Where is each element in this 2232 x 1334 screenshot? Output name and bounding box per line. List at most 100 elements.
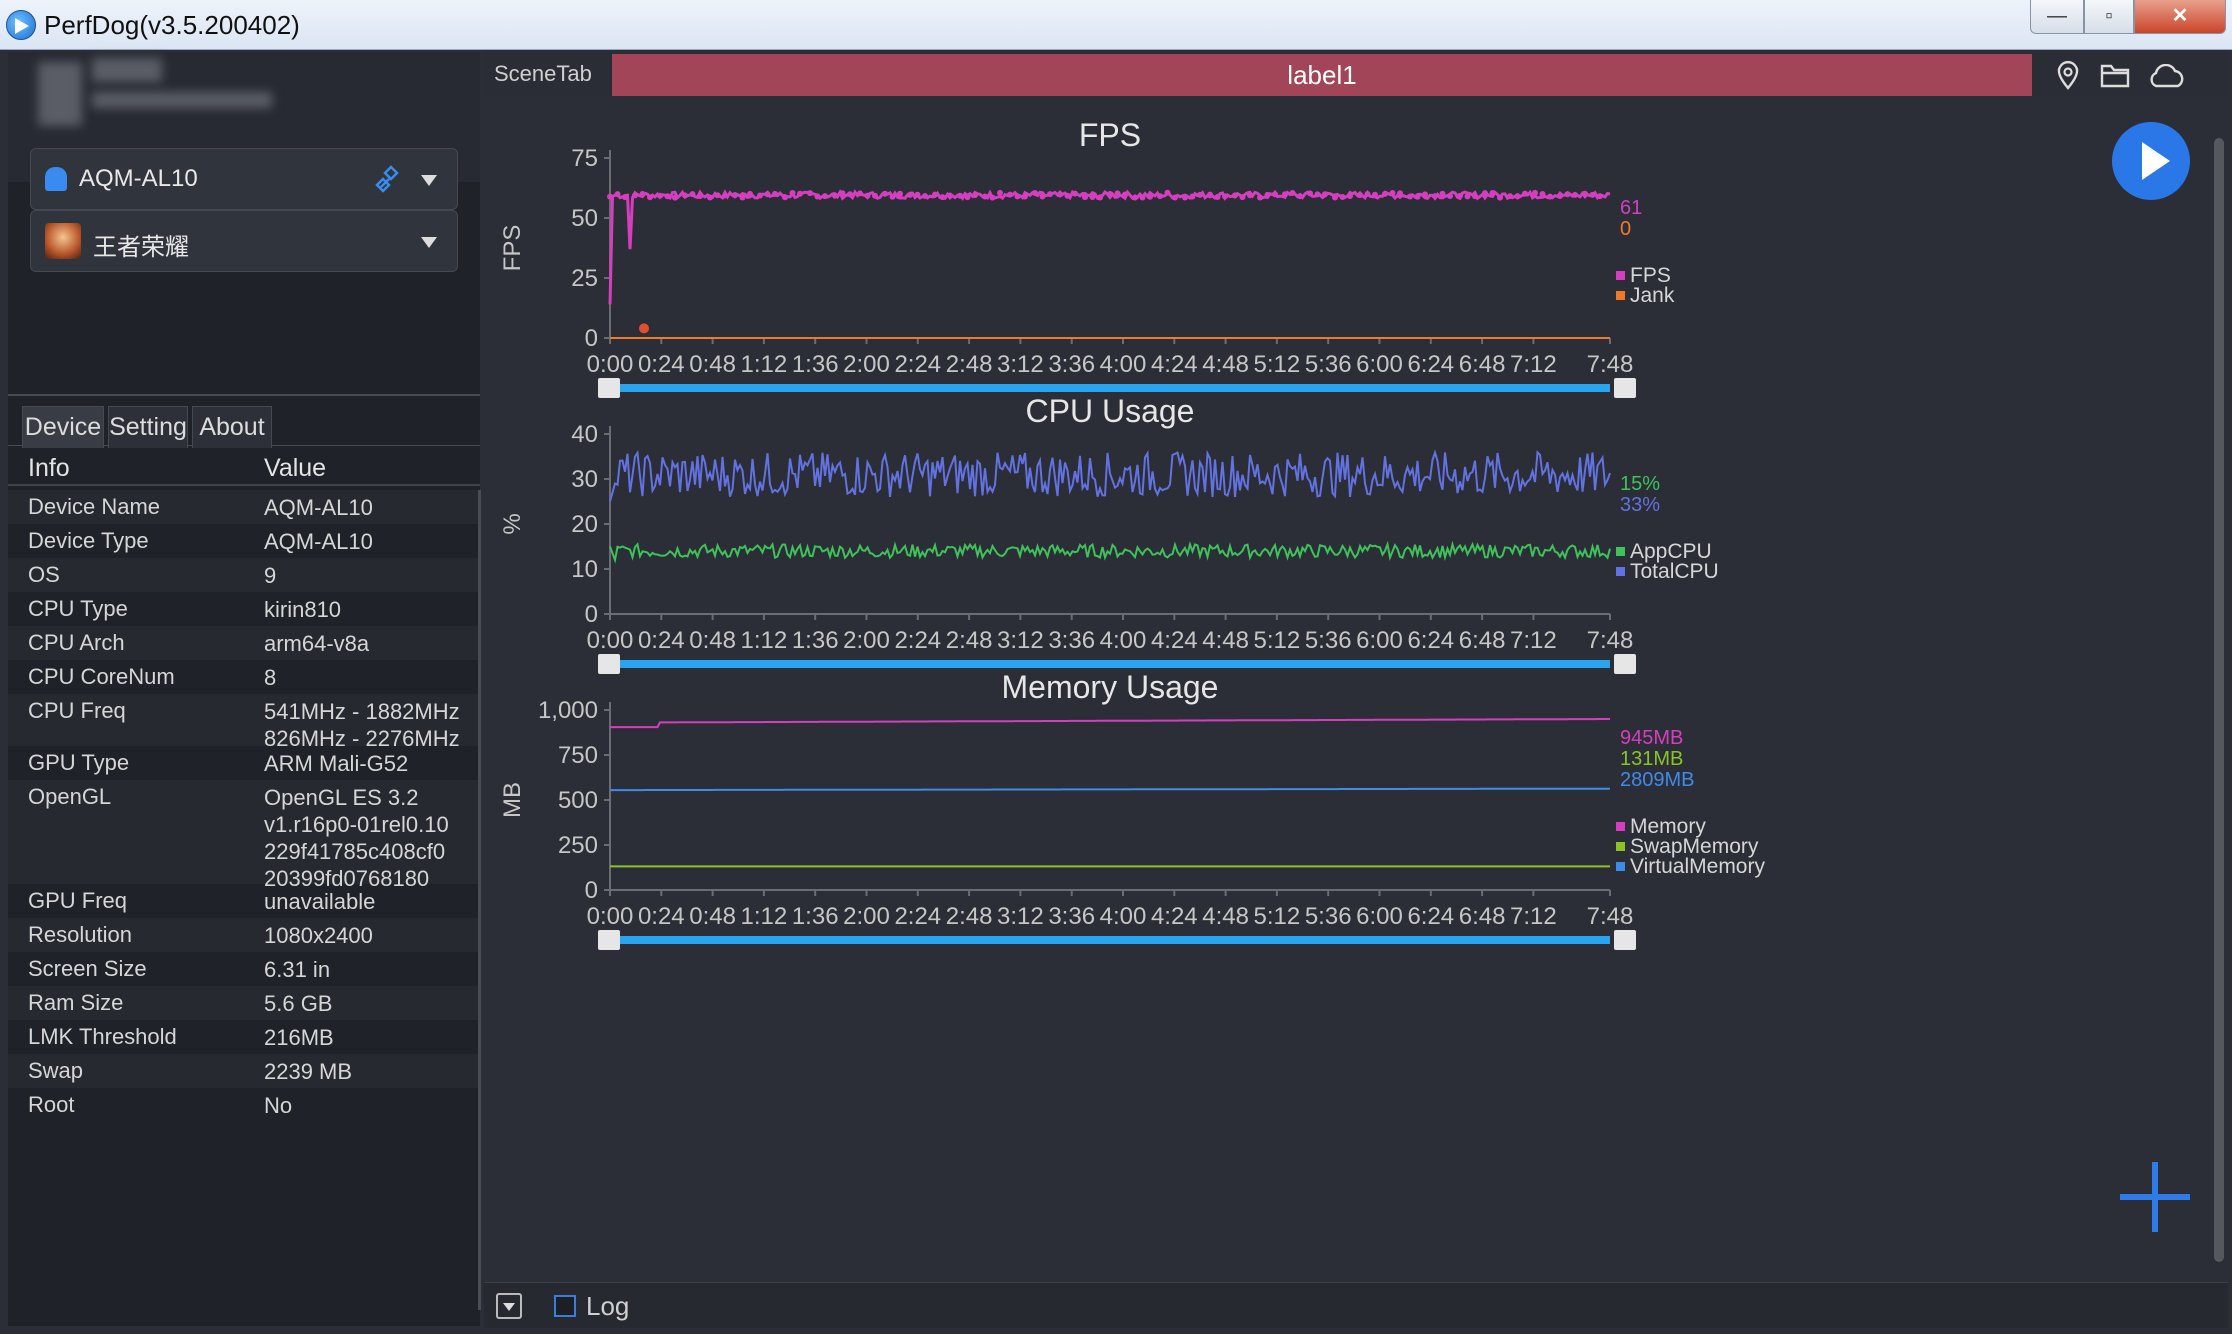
title-bar: PerfDog(v3.5.200402) — ▫ ✕ xyxy=(0,0,2232,50)
fps-point xyxy=(1389,189,1396,196)
minimize-button[interactable]: — xyxy=(2030,0,2084,34)
collapse-log-button[interactable] xyxy=(496,1293,522,1319)
maximize-button[interactable]: ▫ xyxy=(2084,0,2134,34)
fps-point xyxy=(1414,193,1421,200)
current-value-AppCPU: 15% xyxy=(1620,473,1660,495)
tab-device[interactable]: Device xyxy=(22,406,104,448)
x-tick-label: 2:24 xyxy=(894,351,941,378)
left-panel-scrollbar[interactable] xyxy=(478,490,481,1310)
x-tick-label: 4:24 xyxy=(1151,903,1198,930)
cloud-icon[interactable] xyxy=(2148,64,2186,88)
fps-point xyxy=(1589,191,1596,198)
y-tick-label: 50 xyxy=(571,205,598,232)
main-scrollbar[interactable] xyxy=(2210,102,2228,1332)
x-tick-label: 5:12 xyxy=(1254,903,1301,930)
current-value-Jank: 0 xyxy=(1620,218,1631,240)
add-chart-button[interactable] xyxy=(2120,1162,2190,1232)
device-dropdown[interactable]: AQM-AL10 xyxy=(30,148,458,210)
x-tick-label: 7:48 xyxy=(1587,903,1634,930)
info-table-header: Info Value xyxy=(8,446,480,486)
usb-link-icon[interactable] xyxy=(375,165,405,195)
fps-point xyxy=(1514,193,1521,200)
fps-point xyxy=(732,191,738,198)
current-value-FPS: 61 xyxy=(1620,197,1642,219)
range-slider-track xyxy=(614,936,1610,944)
fps-point xyxy=(1572,191,1578,198)
fps-point xyxy=(1232,192,1238,199)
app-icon xyxy=(45,223,81,259)
play-button[interactable] xyxy=(2112,122,2190,200)
table-row: GPU Type ARM Mali-G52 xyxy=(8,746,480,780)
row-key: LMK Threshold xyxy=(28,1024,177,1049)
x-tick-label: 1:36 xyxy=(792,627,839,654)
fps-point xyxy=(622,194,628,201)
x-tick-label: 6:48 xyxy=(1459,903,1506,930)
fps-point xyxy=(707,194,713,201)
row-key: CPU Arch xyxy=(28,630,125,655)
fps-point xyxy=(1439,190,1446,197)
fps-point xyxy=(832,192,838,199)
x-tick-label: 0:00 xyxy=(587,903,634,930)
fps-point xyxy=(882,190,888,197)
fps-point xyxy=(864,192,871,199)
range-slider-right-handle xyxy=(1614,930,1636,950)
y-axis-label: % xyxy=(499,513,526,534)
location-pin-icon[interactable] xyxy=(2054,60,2082,90)
fps-point xyxy=(1014,193,1021,200)
tab-setting[interactable]: Setting xyxy=(108,406,188,448)
fps-point xyxy=(939,194,946,201)
table-row: Device Type AQM-AL10 xyxy=(8,524,480,558)
fps-point xyxy=(782,194,788,201)
y-tick-label: 30 xyxy=(571,466,598,493)
android-icon xyxy=(45,167,67,191)
row-key: CPU CoreNum xyxy=(28,664,175,689)
avatar xyxy=(38,62,82,126)
close-button[interactable]: ✕ xyxy=(2134,0,2226,34)
x-tick-label: 7:48 xyxy=(1587,351,1634,378)
row-value: arm64-v8a xyxy=(264,631,370,656)
fps-point xyxy=(1282,191,1288,198)
row-value: ARM Mali-G52 xyxy=(264,751,409,776)
x-tick-label: 6:00 xyxy=(1356,351,1403,378)
row-key: Device Name xyxy=(28,494,161,519)
fps-point xyxy=(657,192,663,199)
row-value: No xyxy=(264,1093,293,1118)
chart-2: Memory Usage MB 0 250 500 750 1,000 0:00 0:24 0:4… xyxy=(499,669,1765,950)
table-row: OS 9 xyxy=(8,558,480,592)
fps-point xyxy=(1489,190,1496,197)
row-key: Root xyxy=(28,1092,75,1117)
chart-0: FPS FPS 0 25 50 75 0:00 0:24 0:48 1:12 1:36 2:00 2:2… xyxy=(499,117,1675,398)
x-tick-label: 4:48 xyxy=(1202,903,1249,930)
row-value: kirin810 xyxy=(264,597,342,622)
fps-point xyxy=(1357,192,1363,199)
fps-point xyxy=(1364,190,1371,197)
fps-point xyxy=(682,192,688,199)
x-tick-label: 2:48 xyxy=(946,903,993,930)
app-dropdown[interactable]: 王者荣耀 xyxy=(30,210,458,272)
log-checkbox[interactable] xyxy=(554,1295,576,1317)
scrollbar-thumb[interactable] xyxy=(2214,138,2224,1262)
legend-swatch xyxy=(1616,862,1625,871)
row-value: 1080x2400 xyxy=(264,923,373,948)
x-tick-label: 2:00 xyxy=(843,903,890,930)
fps-point xyxy=(1257,194,1263,201)
tab-about[interactable]: About xyxy=(192,406,272,448)
y-tick-label: 25 xyxy=(571,265,598,292)
fps-point xyxy=(932,191,938,198)
fps-point xyxy=(1407,193,1413,200)
fps-point xyxy=(789,189,796,196)
device-dropdown-label: AQM-AL10 xyxy=(79,165,198,192)
y-tick-label: 750 xyxy=(558,742,598,769)
folder-icon[interactable] xyxy=(2100,62,2130,88)
label-bar[interactable]: label1 xyxy=(612,54,2032,96)
x-tick-label: 4:00 xyxy=(1100,627,1147,654)
fps-point xyxy=(1372,191,1378,198)
fps-point xyxy=(1532,189,1538,196)
x-tick-label: 0:24 xyxy=(638,351,685,378)
x-tick-label: 4:24 xyxy=(1151,351,1198,378)
legend-swatch xyxy=(1616,271,1625,280)
x-tick-label: 1:12 xyxy=(741,627,788,654)
scene-tab[interactable]: SceneTab xyxy=(484,52,612,96)
series-line-AppCPU xyxy=(609,540,1611,564)
x-tick-label: 2:24 xyxy=(894,627,941,654)
